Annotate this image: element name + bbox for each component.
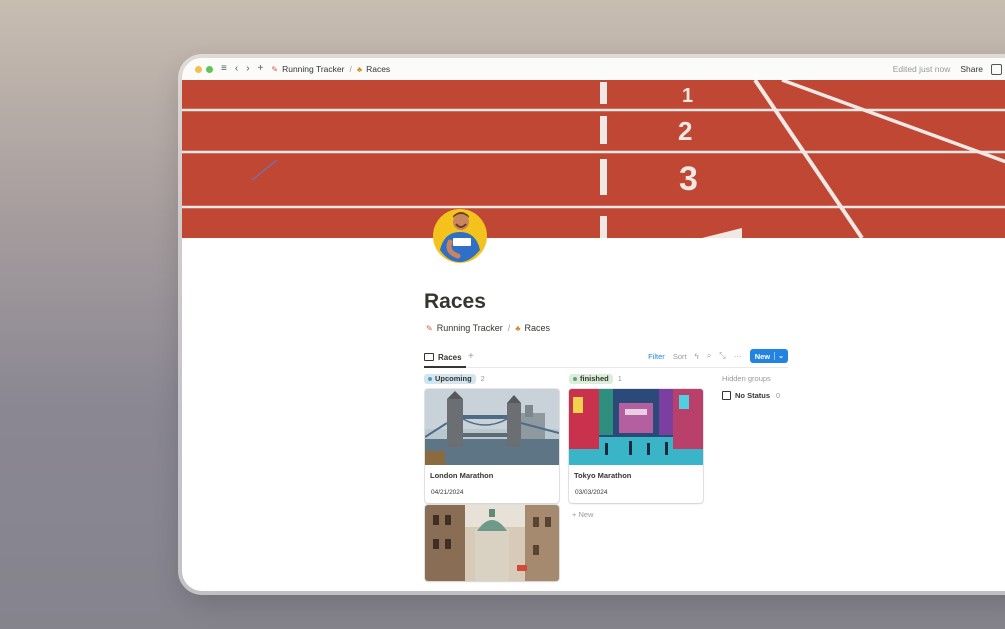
breadcrumb-separator: /	[349, 64, 352, 74]
group-upcoming-header[interactable]: Upcoming 2	[424, 373, 485, 384]
top-bar-actions: Edited just now Share ☆	[893, 58, 1005, 80]
status-dot	[428, 376, 432, 381]
card-date: 03/03/2024	[575, 489, 608, 496]
breadcrumb-item-races[interactable]: Races	[366, 64, 390, 74]
hidden-group-count: 0	[776, 391, 781, 400]
more-icon[interactable]: ···	[734, 352, 742, 361]
forward-icon[interactable]: ›	[246, 64, 249, 74]
menu-icon[interactable]: ≡	[221, 64, 227, 74]
pin-icon: ✎	[426, 323, 433, 333]
sort-button[interactable]: Sort	[673, 352, 687, 361]
lane-number-3: 3	[679, 160, 698, 198]
page-breadcrumb: ✎ Running Tracker / ♣ Races	[426, 323, 550, 333]
group-name: Upcoming	[435, 374, 472, 383]
lane-number-2: 2	[678, 116, 692, 146]
comments-icon[interactable]	[991, 63, 1003, 75]
tokyo-street-image	[569, 389, 703, 465]
board-icon	[424, 353, 434, 361]
page-title[interactable]: Races	[424, 290, 486, 314]
add-new-card-button[interactable]: + New	[572, 510, 593, 519]
page-breadcrumb-running-tracker[interactable]: Running Tracker	[437, 323, 503, 333]
city-street-image	[425, 505, 559, 581]
edited-status: Edited just now	[892, 64, 951, 74]
status-badge: finished	[569, 373, 613, 384]
hidden-group-no-status[interactable]: No Status 0	[722, 391, 780, 400]
chevron-down-icon[interactable]: ⌄	[774, 352, 784, 360]
automation-icon[interactable]: ϟ	[695, 352, 699, 361]
app-window: ≡ ‹ › + ✎ Running Tracker / ♣ Races Edit…	[182, 58, 1005, 591]
hidden-group-name: No Status	[735, 391, 771, 400]
card-title: London Marathon	[430, 471, 494, 480]
card-title: Tokyo Marathon	[574, 471, 632, 480]
runner-icon: ♣	[356, 64, 363, 74]
card-london-marathon[interactable]: London Marathon 04/21/2024	[425, 389, 559, 503]
tab-races[interactable]: Races	[424, 348, 466, 368]
hidden-groups-label: Hidden groups	[722, 374, 771, 383]
minimize-window-button[interactable]	[195, 65, 202, 73]
share-button[interactable]: Share	[960, 64, 983, 74]
tab-races-label: Races	[438, 352, 462, 362]
back-icon[interactable]: ‹	[235, 64, 238, 74]
filter-button[interactable]: Filter	[648, 352, 665, 361]
page-icon-runner[interactable]	[430, 202, 494, 266]
new-button[interactable]: New ⌄	[749, 349, 788, 363]
group-name: finished	[580, 374, 609, 383]
london-bridge-image	[425, 389, 559, 465]
group-count: 1	[617, 374, 622, 383]
breadcrumb: ✎ Running Tracker / ♣ Races	[271, 64, 390, 74]
search-icon[interactable]: ⌕	[707, 351, 711, 361]
runner-icon: ♣	[515, 323, 521, 333]
page-breadcrumb-races[interactable]: Races	[525, 323, 551, 333]
running-track-image: 1 2 3	[182, 78, 1005, 240]
group-count: 2	[480, 374, 485, 383]
card-date: 04/21/2024	[431, 489, 464, 496]
add-icon[interactable]: +	[258, 64, 264, 74]
cover-image: 1 2 3	[182, 78, 1005, 240]
card-tokyo-marathon[interactable]: Tokyo Marathon 03/03/2024	[569, 389, 703, 503]
status-dot	[573, 376, 577, 381]
breadcrumb-item-running-tracker[interactable]: Running Tracker	[282, 64, 344, 74]
card-upcoming-2[interactable]	[425, 505, 559, 581]
group-finished-header[interactable]: finished 1	[569, 373, 622, 384]
pin-icon: ✎	[271, 64, 279, 74]
lane-number-1: 1	[682, 85, 693, 107]
view-tools: Filter Sort ϟ ⌕ ⤡ ··· New ⌄	[648, 349, 788, 363]
expand-icon[interactable]: ⤡	[719, 351, 725, 361]
new-button-label: New	[754, 351, 771, 361]
status-badge: Upcoming	[424, 373, 476, 384]
top-bar: ≡ ‹ › + ✎ Running Tracker / ♣ Races Edit…	[182, 58, 1005, 80]
view-toolbar: Races + Filter Sort ϟ ⌕ ⤡ ··· New ⌄	[424, 348, 788, 368]
add-view-icon[interactable]: +	[468, 351, 474, 362]
inbox-icon	[722, 391, 731, 400]
breadcrumb-separator: /	[507, 323, 511, 333]
zoom-window-button[interactable]	[206, 65, 213, 73]
